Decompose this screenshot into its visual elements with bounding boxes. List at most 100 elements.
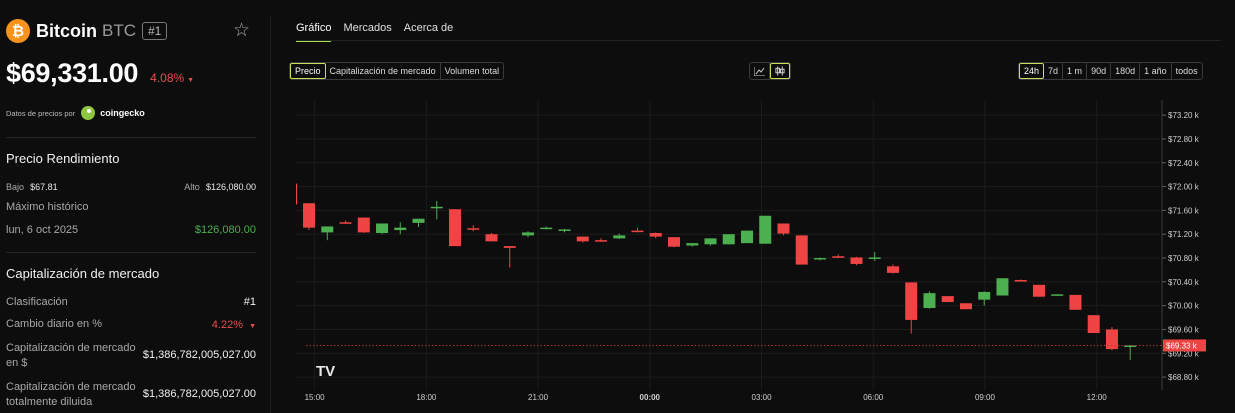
y-axis-label: $72.40 k [1168, 159, 1200, 168]
coingecko-logo-icon [81, 106, 96, 120]
candle-body-up [430, 206, 443, 209]
candle-body-up [868, 257, 881, 259]
candle-body-down [631, 230, 644, 233]
y-axis-label: $70.00 k [1168, 302, 1200, 311]
x-axis-label: 15:00 [305, 393, 326, 402]
y-axis-label: $70.40 k [1168, 278, 1200, 287]
line-chart-icon[interactable] [750, 63, 770, 79]
candle-body-down [850, 257, 863, 264]
candlestick-icon[interactable] [770, 63, 790, 79]
candle-body-down [959, 303, 972, 310]
x-axis-label: 09:00 [975, 393, 996, 402]
range-1y-button[interactable]: 1 año [1140, 63, 1172, 79]
candle-body-down [668, 237, 680, 247]
candle-body-down [296, 183, 298, 205]
performance-title: Precio Rendimiento [6, 151, 120, 166]
market-cap-value: $1,386,782,005,027.00 [142, 349, 256, 361]
y-axis-label: $71.20 k [1168, 230, 1200, 239]
candle-body-up [321, 226, 334, 233]
candle-body-up [978, 291, 991, 300]
panel-separator [270, 17, 271, 413]
y-axis-label: $70.80 k [1168, 254, 1200, 263]
candle-body-up [376, 223, 389, 234]
range-1m-button[interactable]: 1 m [1063, 63, 1088, 79]
chart-type-selector [749, 62, 791, 80]
coin-name: Bitcoin [36, 20, 97, 41]
candle-body-down [777, 223, 790, 234]
candle-body-down [1032, 284, 1045, 297]
range-all-button[interactable]: todos [1172, 63, 1202, 79]
x-axis-label: 03:00 [752, 393, 773, 402]
candle-body-up [813, 258, 826, 260]
market-cap-label: Capitalización de mercado en $ [6, 342, 136, 369]
tab-about[interactable]: Acerca de [404, 22, 454, 42]
x-axis-label: 21:00 [528, 393, 549, 402]
y-axis-label: $71.60 k [1168, 206, 1200, 215]
tab-underline [296, 40, 1221, 41]
y-axis-label: $72.80 k [1168, 135, 1200, 144]
price-provider: Datos de precios por coingecko [6, 106, 145, 120]
range-24h-button[interactable]: 24h [1019, 63, 1045, 79]
ath-label: Máximo histórico [6, 201, 89, 213]
candle-body-up [740, 230, 753, 244]
x-axis-label: 06:00 [863, 393, 884, 402]
time-range-selector: 24h 7d 1 m 90d 180d 1 año todos [1018, 62, 1203, 80]
candle-body-down [905, 282, 918, 320]
range-90d-button[interactable]: 90d [1087, 63, 1112, 79]
ath-date: lun, 6 oct 2025 [6, 224, 79, 236]
tab-markets[interactable]: Mercados [343, 22, 391, 42]
price-candlestick-chart[interactable]: $73.20 k $72.80 k $72.40 k $72.00 k $71.60 k… [296, 100, 1225, 411]
high-row: Alto $126,080.00 [184, 181, 256, 193]
candle-body-down [576, 236, 589, 242]
candle-body-up [412, 218, 425, 223]
coin-info-panel: ₿ Bitcoin BTC #1 ☆ $69,331.00 4.08% ▼ Da… [0, 0, 262, 413]
x-axis-label: 00:00 [640, 393, 661, 402]
y-axis-label: $69.60 k [1168, 325, 1200, 334]
x-axis-label: 12:00 [1087, 393, 1108, 402]
low-label: Bajo [6, 182, 25, 192]
metric-market-cap-button[interactable]: Capitalización de mercado [326, 63, 441, 79]
current-price-label: $69.33 k [1166, 341, 1198, 350]
candle-body-down [595, 240, 608, 242]
tradingview-logo-icon: TV [316, 363, 335, 380]
candle-body-down [886, 266, 899, 273]
tab-chart[interactable]: Gráfico [296, 22, 332, 42]
candle-body-down [303, 203, 316, 228]
candle-body-down [795, 235, 808, 265]
candle-body-down [1014, 280, 1027, 282]
candle-body-up [1051, 294, 1064, 296]
down-arrow-icon: ▼ [187, 77, 195, 84]
coin-header: ₿ Bitcoin BTC #1 ☆ [6, 18, 256, 44]
fdv-value: $1,386,782,005,027.00 [142, 388, 256, 400]
y-axis-label: $68.80 k [1168, 373, 1200, 382]
y-axis-label: $72.00 k [1168, 183, 1200, 192]
candle-body-down [1069, 294, 1082, 310]
price-row: $69,331.00 4.08% ▼ [6, 58, 194, 89]
metric-price-button[interactable]: Precio [290, 63, 326, 79]
candle-body-up [722, 234, 735, 245]
candle-body-up [996, 278, 1009, 296]
high-label: Alto [184, 182, 200, 192]
rank-badge: #1 [142, 22, 168, 40]
y-axis-label: $73.20 k [1168, 111, 1200, 120]
market-title: Capitalización de mercado [6, 266, 160, 281]
candle-body-down [503, 246, 516, 248]
candle-body-up [759, 215, 772, 244]
provider-name[interactable]: coingecko [100, 108, 145, 118]
tab-bar: Gráfico Mercados Acerca de [296, 22, 465, 42]
x-axis-label: 18:00 [416, 393, 437, 402]
candle-body-up [613, 235, 626, 239]
range-180d-button[interactable]: 180d [1111, 63, 1141, 79]
daily-change-row: 4.22% ▼ [212, 319, 256, 331]
down-arrow-icon: ▼ [249, 323, 256, 330]
candle-body-up [558, 229, 571, 231]
candle-body-up [540, 227, 553, 230]
range-7d-button[interactable]: 7d [1044, 63, 1064, 79]
candle-body-down [467, 228, 480, 230]
favorite-star-icon[interactable]: ☆ [233, 19, 250, 42]
candle-body-down [449, 209, 462, 247]
provider-prefix: Datos de precios por [6, 108, 76, 118]
metric-volume-button[interactable]: Volumen total [441, 63, 504, 79]
candle-body-up [394, 227, 407, 231]
candle-body-down [832, 256, 845, 258]
